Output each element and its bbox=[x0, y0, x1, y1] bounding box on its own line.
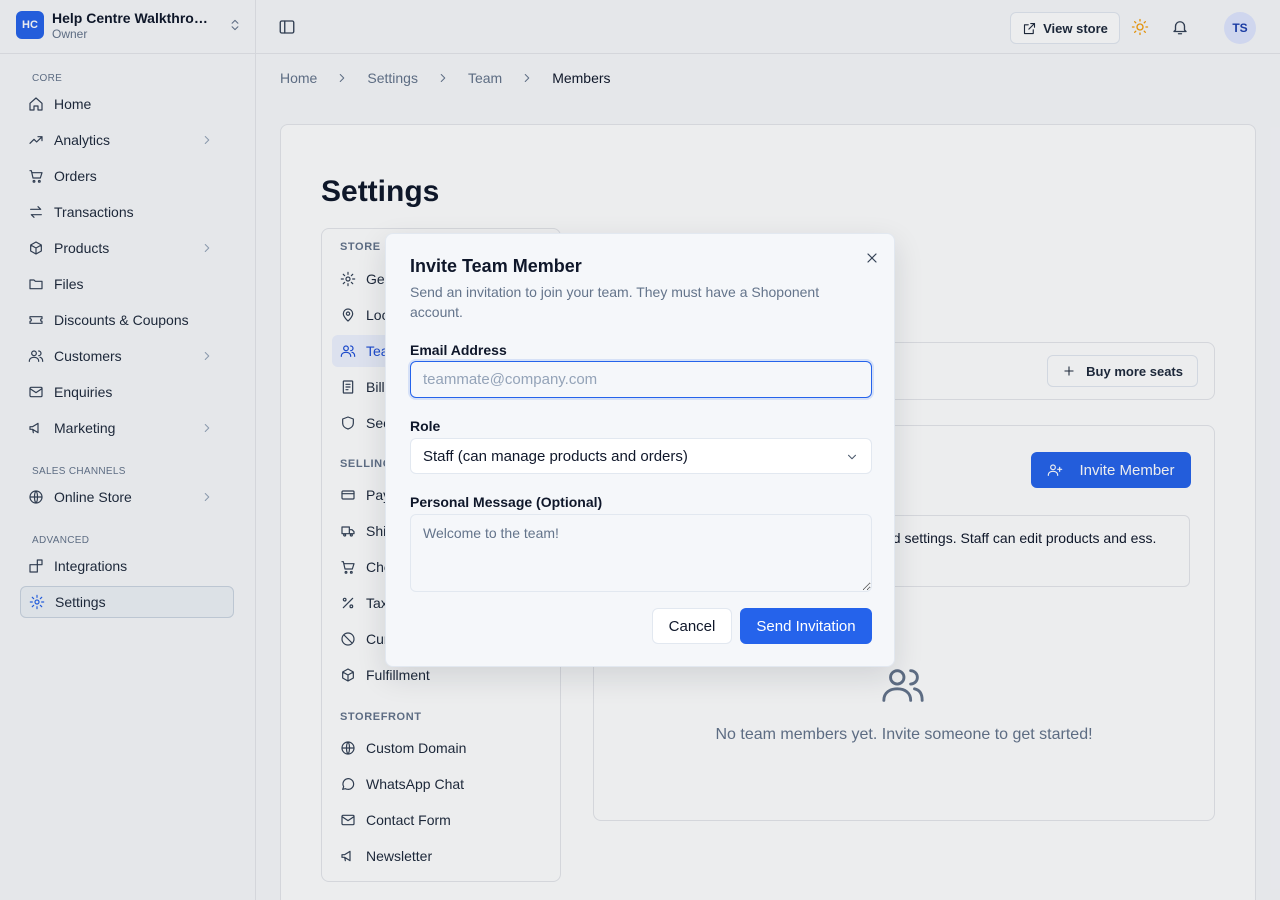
dialog-title: Invite Team Member bbox=[410, 256, 582, 276]
chevron-down-icon bbox=[847, 454, 857, 460]
role-selected-value: Staff (can manage products and orders) bbox=[423, 447, 688, 465]
cancel-button[interactable]: Cancel bbox=[652, 608, 732, 644]
message-label: Personal Message (Optional) bbox=[410, 494, 603, 510]
role-select[interactable]: Staff (can manage products and orders) bbox=[410, 438, 872, 474]
invite-team-member-dialog: Invite Team Member Send an invitation to… bbox=[385, 233, 895, 667]
dialog-description: Send an invitation to join your team. Th… bbox=[410, 284, 820, 320]
role-label: Role bbox=[410, 418, 441, 434]
email-field[interactable] bbox=[408, 359, 874, 400]
personal-message-field[interactable] bbox=[410, 514, 872, 592]
close-icon bbox=[867, 253, 877, 263]
email-label: Email Address bbox=[410, 342, 507, 358]
send-invitation-button[interactable]: Send Invitation bbox=[740, 608, 872, 644]
close-button[interactable] bbox=[864, 250, 880, 266]
